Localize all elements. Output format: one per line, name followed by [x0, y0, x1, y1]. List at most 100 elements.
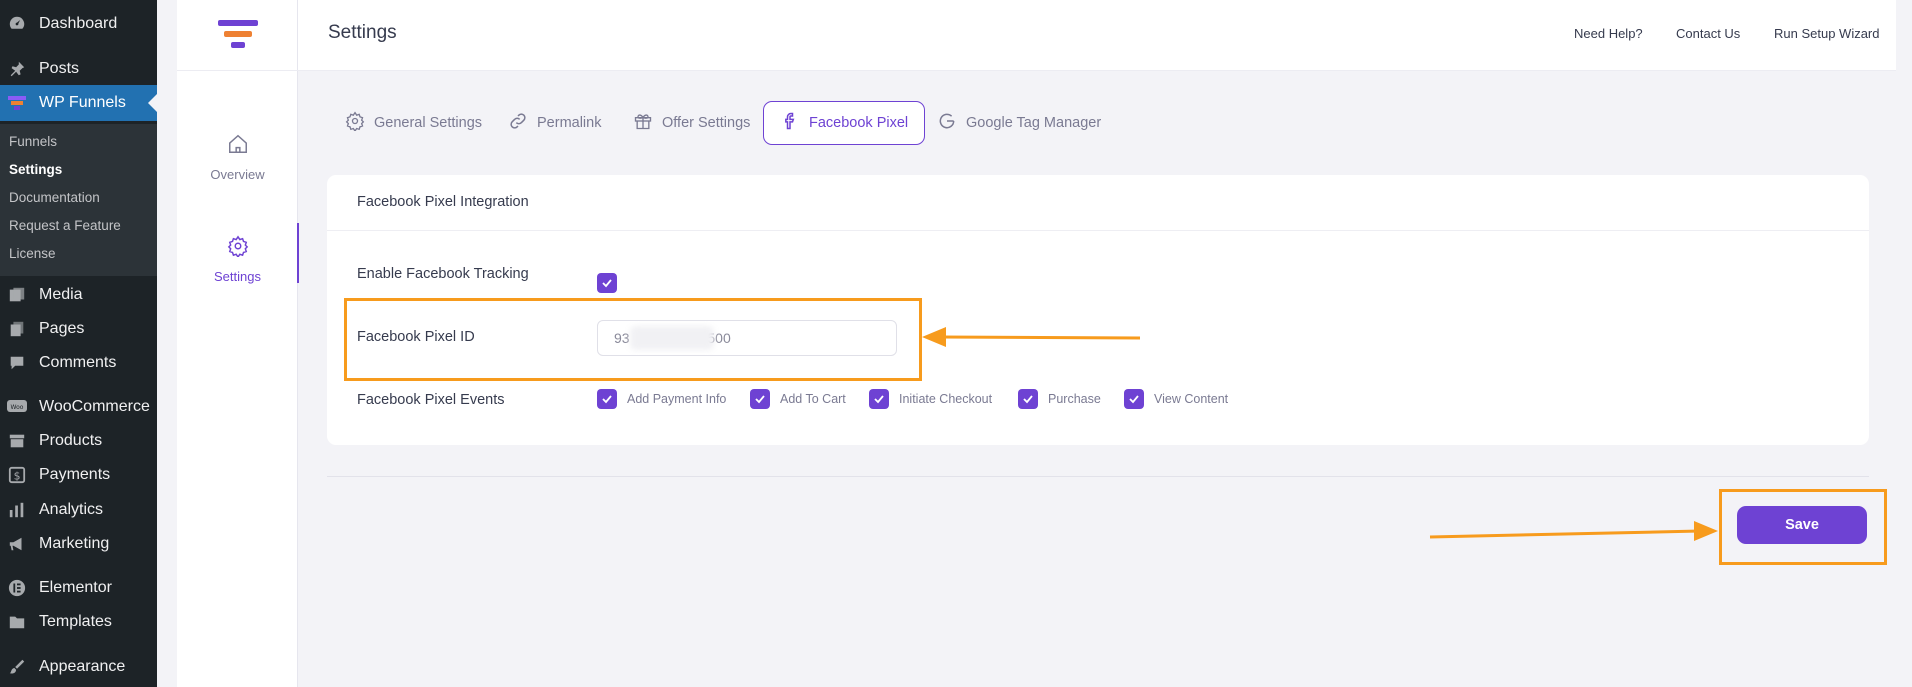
gift-icon: [633, 111, 662, 135]
gear-icon: [345, 111, 374, 135]
svg-text:Woo: Woo: [11, 404, 24, 411]
pages-icon: [6, 318, 28, 340]
arrow-head-save: [1694, 521, 1718, 541]
tab-facebook-pixel[interactable]: Facebook Pixel: [763, 101, 926, 145]
wp-menu-label: Products: [39, 432, 103, 449]
event-label: View Content: [1154, 392, 1229, 406]
event-checkbox[interactable]: [750, 389, 770, 409]
submenu-settings[interactable]: Settings: [9, 162, 62, 177]
link-icon: [508, 111, 537, 135]
event-checkbox[interactable]: [1018, 389, 1038, 409]
comment-icon: [6, 352, 28, 374]
wp-admin-sidebar: Dashboard Posts WP Funnels Funnels Setti…: [0, 0, 157, 687]
tab-offer-settings[interactable]: Offer Settings: [633, 101, 750, 145]
plugin-side-nav: Overview Settings: [177, 0, 299, 687]
wp-menu-label: Posts: [39, 60, 80, 77]
wp-menu-label: WooCommerce: [39, 398, 150, 415]
enable-tracking-label: Enable Facebook Tracking: [357, 266, 529, 282]
wp-menu-media[interactable]: Media: [0, 280, 157, 310]
arrow-to-save: [1429, 529, 1701, 539]
wp-menu-label: Payments: [39, 466, 111, 483]
dollar-icon: $: [6, 464, 28, 486]
need-help-link[interactable]: Need Help?: [1574, 26, 1643, 41]
home-icon: [227, 133, 249, 158]
wp-funnels-submenu: Funnels Settings Documentation Request a…: [0, 124, 157, 276]
wp-menu-pages[interactable]: Pages: [0, 314, 157, 344]
wp-menu-payments[interactable]: $ Payments: [0, 460, 157, 490]
event-purchase[interactable]: Purchase: [1018, 389, 1101, 409]
event-add-to-cart[interactable]: Add To Cart: [750, 389, 846, 409]
pixel-events-label: Facebook Pixel Events: [357, 392, 505, 408]
wp-menu-label: Appearance: [39, 658, 126, 675]
wp-menu-label: Marketing: [39, 535, 110, 552]
contact-us-link[interactable]: Contact Us: [1676, 26, 1740, 41]
elementor-icon: [6, 577, 28, 599]
card-title: Facebook Pixel Integration: [357, 194, 529, 210]
wp-menu-wp-funnels[interactable]: WP Funnels: [0, 85, 157, 121]
wpfunnels-logo: [177, 0, 298, 71]
card-header: Facebook Pixel Integration: [327, 175, 1869, 231]
event-label: Initiate Checkout: [899, 392, 993, 406]
woo-icon: Woo: [6, 396, 28, 418]
wp-menu-label: Media: [39, 286, 83, 303]
paintbrush-icon: [6, 656, 28, 678]
event-checkbox[interactable]: [597, 389, 617, 409]
bar-chart-icon: [6, 499, 28, 521]
facebook-icon: [780, 111, 809, 135]
event-checkbox[interactable]: [1124, 389, 1144, 409]
svg-text:$: $: [14, 470, 21, 483]
google-icon: [937, 111, 966, 135]
plugin-nav-settings[interactable]: Settings: [177, 223, 299, 284]
plugin-nav-label: Overview: [210, 167, 265, 182]
tab-label: Google Tag Manager: [966, 115, 1102, 131]
wp-menu-templates[interactable]: Templates: [0, 607, 157, 637]
submenu-license[interactable]: License: [9, 246, 56, 261]
event-checkbox[interactable]: [869, 389, 889, 409]
wp-menu-posts[interactable]: Posts: [0, 54, 157, 84]
wp-menu-label: Pages: [39, 320, 85, 337]
wp-menu-marketing[interactable]: Marketing: [0, 529, 157, 559]
dashboard-icon: [6, 13, 28, 35]
tab-label: Offer Settings: [662, 115, 751, 131]
event-label: Add To Cart: [780, 392, 846, 406]
tab-general-settings[interactable]: General Settings: [345, 101, 482, 145]
submenu-funnels[interactable]: Funnels: [9, 134, 57, 149]
wp-menu-woocommerce[interactable]: Woo WooCommerce: [0, 392, 157, 422]
wp-menu-dashboard[interactable]: Dashboard: [0, 9, 157, 39]
archive-icon: [6, 430, 28, 452]
wp-menu-appearance[interactable]: Appearance: [0, 652, 157, 682]
run-setup-wizard-link[interactable]: Run Setup Wizard: [1774, 26, 1880, 41]
wp-menu-label: Comments: [39, 354, 117, 371]
page-title: Settings: [328, 22, 397, 43]
wp-menu-label: Templates: [39, 613, 112, 630]
pushpin-icon: [6, 58, 28, 80]
event-initiate-checkout[interactable]: Initiate Checkout: [869, 389, 992, 409]
enable-tracking-checkbox[interactable]: [597, 273, 617, 293]
media-icon: [6, 284, 28, 306]
tab-google-tag-manager[interactable]: Google Tag Manager: [937, 101, 1101, 145]
wp-menu-elementor[interactable]: Elementor: [0, 573, 157, 603]
event-label: Purchase: [1048, 392, 1101, 406]
wp-menu-products[interactable]: Products: [0, 426, 157, 456]
event-add-payment-info[interactable]: Add Payment Info: [597, 389, 726, 409]
wp-menu-label: Dashboard: [39, 15, 118, 32]
tab-label: General Settings: [374, 115, 483, 131]
page-header: Settings Need Help? Contact Us Run Setup…: [298, 0, 1896, 71]
submenu-documentation[interactable]: Documentation: [9, 190, 100, 205]
wp-menu-label: Elementor: [39, 579, 112, 596]
plugin-nav-overview[interactable]: Overview: [177, 133, 298, 182]
wp-menu-label: Analytics: [39, 501, 104, 518]
megaphone-icon: [6, 533, 28, 555]
wp-menu-label: WP Funnels: [39, 94, 126, 111]
pixel-id-highlight-box: [344, 298, 922, 381]
tab-permalink[interactable]: Permalink: [508, 101, 601, 145]
funnel-icon: [6, 92, 28, 114]
section-divider: [327, 476, 1869, 477]
submenu-request-feature[interactable]: Request a Feature: [9, 218, 121, 233]
event-label: Add Payment Info: [627, 392, 727, 406]
tab-label: Facebook Pixel: [809, 115, 909, 131]
wp-menu-comments[interactable]: Comments: [0, 348, 157, 378]
wp-menu-analytics[interactable]: Analytics: [0, 495, 157, 525]
plugin-nav-label: Settings: [214, 269, 261, 284]
event-view-content[interactable]: View Content: [1124, 389, 1228, 409]
